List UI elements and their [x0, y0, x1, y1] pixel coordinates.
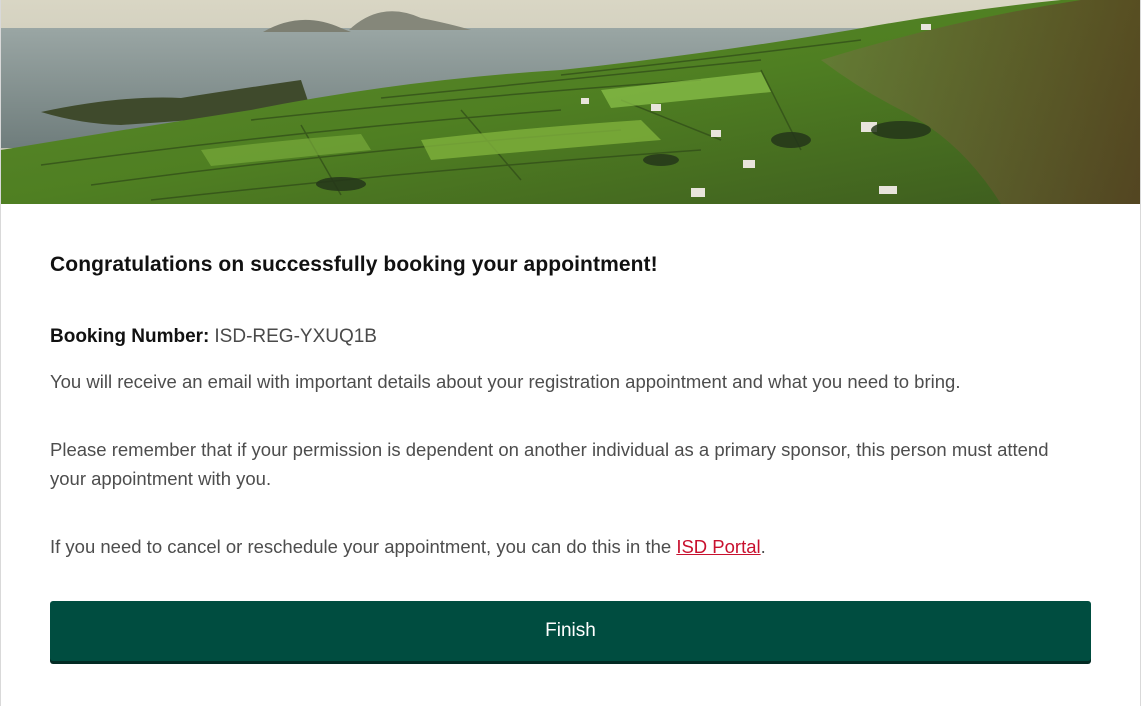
- booking-number-row: Booking Number: ISD-REG-YXUQ1B: [50, 326, 377, 348]
- page-title: Congratulations on successfully booking …: [50, 253, 658, 276]
- hero-landscape-image: [1, 0, 1140, 204]
- finish-button[interactable]: Finish: [50, 601, 1091, 661]
- cancel-info-suffix: .: [760, 536, 766, 557]
- booking-number-label: Booking Number:: [50, 326, 210, 347]
- booking-number-value: ISD-REG-YXUQ1B: [214, 326, 377, 347]
- sponsor-info-text: Please remember that if your permission …: [50, 439, 1049, 489]
- cancel-info-text: If you need to cancel or reschedule your…: [50, 532, 1060, 561]
- confirmation-page: Congratulations on successfully booking …: [0, 0, 1141, 706]
- isd-portal-link[interactable]: ISD Portal: [676, 536, 760, 557]
- email-info-text: You will receive an email with important…: [50, 371, 961, 392]
- cancel-info-prefix: If you need to cancel or reschedule your…: [50, 536, 677, 557]
